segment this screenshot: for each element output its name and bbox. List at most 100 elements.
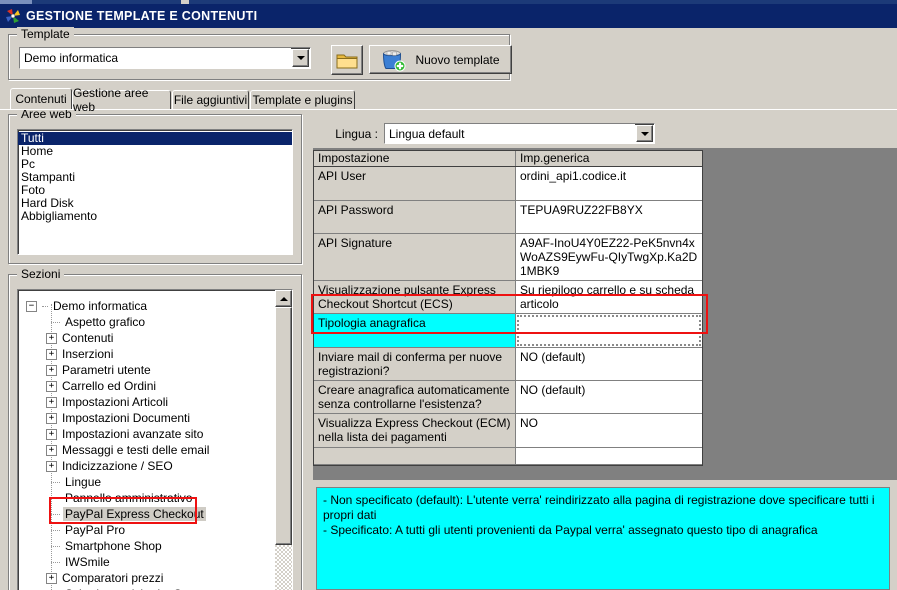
tree-item-smartphone-shop[interactable]: Smartphone Shop <box>18 538 277 554</box>
setting-value[interactable]: NO (default) <box>516 348 702 380</box>
tree-item-demo-informatica[interactable]: − Demo informatica <box>18 298 277 314</box>
list-item-tutti[interactable]: Tutti <box>18 132 292 145</box>
tab-gestione-aree-web[interactable]: Gestione aree web <box>72 86 171 114</box>
setting-row-inviare-mail-di-conferma-per-nuove-registrazioni: Inviare mail di conferma per nuove regis… <box>314 348 702 381</box>
tree-connector <box>51 529 60 531</box>
tree-item-messaggi-e-testi-delle-email[interactable]: + Messaggi e testi delle email <box>18 442 277 458</box>
new-template-icon <box>381 48 406 72</box>
setting-row-api-password: API Password TEPUA9RUZ22FB8YX <box>314 201 702 234</box>
aree-web-groupbox: Aree web Tutti Home Pc Stampanti Foto Hard Di… <box>8 107 302 264</box>
setting-name: API Password <box>314 201 516 233</box>
tree-item-label: Smartphone Shop <box>65 539 162 553</box>
lingua-select[interactable]: Lingua default <box>384 123 655 144</box>
scroll-up-button[interactable] <box>275 290 292 307</box>
tree-item-label: Impostazioni avanzate sito <box>62 427 204 441</box>
window-title: GESTIONE TEMPLATE E CONTENUTI <box>26 9 258 23</box>
expand-plus-icon[interactable]: + <box>46 332 57 344</box>
tree-item-parametri-utente[interactable]: + Parametri utente <box>18 362 277 378</box>
open-template-folder-button[interactable] <box>331 45 363 75</box>
collapse-minus-icon[interactable]: − <box>26 300 37 312</box>
tree-scrollbar[interactable] <box>275 290 292 590</box>
list-item-stampanti[interactable]: Stampanti <box>18 171 292 184</box>
expand-plus-icon[interactable]: + <box>46 572 57 584</box>
tree-connector <box>51 481 60 483</box>
setting-name: Visualizza Express Checkout (ECM) nella … <box>314 414 516 447</box>
setting-value[interactable]: A9AF-InoU4Y0EZ22-PeK5nvn4xWoAZS9EywFu-QI… <box>516 234 702 280</box>
tree-connector <box>51 561 60 563</box>
scroll-up-arrow-icon <box>279 296 288 301</box>
tree-item-impostazioni-documenti[interactable]: + Impostazioni Documenti <box>18 410 277 426</box>
app-icon <box>5 8 21 24</box>
tree-item-paypal-pro[interactable]: PayPal Pro <box>18 522 277 538</box>
expand-plus-icon[interactable]: + <box>46 444 57 456</box>
help-line: - Non specificato (default): L'utente ve… <box>323 493 875 522</box>
tree-item-inserzioni[interactable]: + Inserzioni <box>18 346 277 362</box>
template-select-value[interactable]: Demo informatica <box>20 48 291 68</box>
setting-value[interactable] <box>516 448 702 464</box>
setting-name <box>314 448 516 464</box>
chevron-down-icon <box>640 131 649 136</box>
tree-item-label: Messaggi e testi delle email <box>62 443 210 457</box>
lingua-label: Lingua : <box>335 127 378 141</box>
expand-plus-icon[interactable]: + <box>46 364 57 376</box>
setting-row-api-user: API User ordini_api1.codice.it <box>314 167 702 201</box>
scrollbar-thumb[interactable] <box>275 307 292 545</box>
list-item-abbigliamento[interactable]: Abbigliamento <box>18 210 292 223</box>
setting-value[interactable]: ordini_api1.codice.it <box>516 167 702 200</box>
tab-contenuti[interactable]: Contenuti <box>10 88 72 109</box>
tree-item-indicizzazione-seo[interactable]: + Indicizzazione / SEO <box>18 458 277 474</box>
template-select[interactable]: Demo informatica <box>19 47 311 69</box>
tab-template-e-plugins[interactable]: Template e plugins <box>250 90 355 109</box>
tree-item-label: Inserzioni <box>62 347 114 361</box>
new-template-button-label: Nuovo template <box>415 52 500 67</box>
tree-item-label: Impostazioni Documenti <box>62 411 191 425</box>
tree-item-label: IWSmile <box>65 555 110 569</box>
setting-name: Inviare mail di conferma per nuove regis… <box>314 348 516 380</box>
tab-file-aggiuntivi[interactable]: File aggiuntivi <box>172 90 249 109</box>
aree-web-listbox[interactable]: Tutti Home Pc Stampanti Foto Hard Disk Abbigli… <box>17 129 293 255</box>
sezioni-tree[interactable]: − Demo informatica Aspetto grafico + Contenu… <box>17 289 293 590</box>
tree-item-label: Aspetto grafico <box>65 315 146 329</box>
expand-plus-icon[interactable]: + <box>46 428 57 440</box>
list-item-home[interactable]: Home <box>18 145 292 158</box>
tree-item-impostazioni-articoli[interactable]: + Impostazioni Articoli <box>18 394 277 410</box>
setting-row-visualizza-express-checkout-ecm-nella-lista-dei-pagamenti: Visualizza Express Checkout (ECM) nella … <box>314 414 702 448</box>
setting-row-empty <box>314 448 702 465</box>
tree-item-lingue[interactable]: Lingue <box>18 474 277 490</box>
tree-connector <box>42 305 48 307</box>
column-header-impostazione: Impostazione <box>314 151 516 166</box>
tree-item-carrello-ed-ordini[interactable]: + Carrello ed Ordini <box>18 378 277 394</box>
lingua-select-value[interactable]: Lingua default <box>385 124 635 143</box>
tree-rows: − Demo informatica Aspetto grafico + Contenu… <box>18 298 277 590</box>
sezioni-group-label: Sezioni <box>17 267 65 281</box>
chevron-down-icon <box>296 56 305 60</box>
expand-plus-icon[interactable]: + <box>46 396 57 408</box>
new-template-button[interactable]: Nuovo template <box>369 45 512 74</box>
scrollbar-track[interactable] <box>275 545 292 590</box>
setting-value[interactable]: NO (default) <box>516 381 702 413</box>
tree-item-label: Comparatori prezzi <box>62 571 164 585</box>
tree-item-schede-tecniche-icecat[interactable]: Schede tecniche IceCat <box>18 586 277 590</box>
tree-item-iwsmile[interactable]: IWSmile <box>18 554 277 570</box>
setting-row-creare-anagrafica-automaticamente-senza-controllarne-l-esistenza: Creare anagrafica automaticamente senza … <box>314 381 702 414</box>
expand-plus-icon[interactable]: + <box>46 460 57 472</box>
tree-item-contenuti[interactable]: + Contenuti <box>18 330 277 346</box>
expand-plus-icon[interactable]: + <box>46 412 57 424</box>
tree-item-label: PayPal Pro <box>65 523 126 537</box>
template-select-dropdown-button[interactable] <box>292 49 309 67</box>
tree-item-impostazioni-avanzate-sito[interactable]: + Impostazioni avanzate sito <box>18 426 277 442</box>
tree-item-aspetto-grafico[interactable]: Aspetto grafico <box>18 314 277 330</box>
expand-plus-icon[interactable]: + <box>46 380 57 392</box>
tree-item-label: Lingue <box>65 475 102 489</box>
app-window: GESTIONE TEMPLATE E CONTENUTI Template D… <box>0 0 897 590</box>
setting-name: Creare anagrafica automaticamente senza … <box>314 381 516 413</box>
setting-value[interactable]: NO <box>516 414 702 447</box>
lingua-select-dropdown-button[interactable] <box>636 125 653 142</box>
setting-value[interactable]: TEPUA9RUZ22FB8YX <box>516 201 702 233</box>
tree-item-label: Carrello ed Ordini <box>62 379 157 393</box>
tree-item-label: Indicizzazione / SEO <box>62 459 173 473</box>
expand-plus-icon[interactable]: + <box>46 348 57 360</box>
column-header-imp-generica: Imp.generica <box>520 151 590 165</box>
annotation-box-table-row <box>311 294 708 334</box>
tree-item-comparatori-prezzi[interactable]: + Comparatori prezzi <box>18 570 277 586</box>
